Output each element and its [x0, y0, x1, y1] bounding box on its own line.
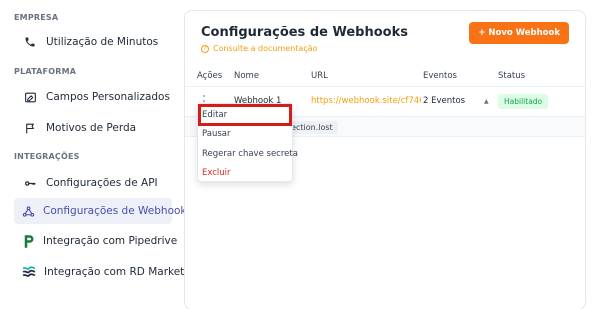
section-title-empresa: EMPRESA — [14, 13, 59, 22]
form-icon — [22, 89, 38, 105]
rd-marketing-icon — [22, 264, 36, 280]
sidebar-item-label: Utilização de Minutos — [46, 36, 159, 48]
webhook-icon — [22, 203, 35, 219]
info-icon: ? — [201, 44, 209, 53]
column-header-nome: Nome — [234, 71, 260, 81]
sidebar-item-label: Integração com Pipedrive — [43, 235, 178, 247]
sidebar-item-configuracoes-api[interactable]: Configurações de API — [14, 170, 172, 196]
sidebar-item-utilizacao-minutos[interactable]: Utilização de Minutos — [14, 29, 172, 55]
column-header-status: Status — [498, 71, 526, 81]
phone-icon — [22, 34, 38, 50]
column-header-eventos: Eventos — [423, 71, 457, 81]
sidebar-item-label: Integração com RD Marketing — [44, 266, 201, 278]
menu-item-pausar[interactable]: Pausar — [202, 129, 230, 139]
new-webhook-button[interactable]: + Novo Webhook — [469, 22, 569, 44]
highlight-box — [198, 104, 292, 126]
sidebar-item-label: Campos Personalizados — [46, 91, 170, 103]
table-header: Ações Nome URL Eventos Status — [185, 69, 585, 87]
section-title-integracoes: INTEGRAÇÕES — [14, 152, 80, 161]
status-badge: Habilitado — [498, 94, 549, 109]
sidebar-item-pipedrive[interactable]: Integração com Pipedrive — [14, 228, 177, 254]
menu-item-regerar-chave[interactable]: Regerar chave secreta — [202, 149, 298, 159]
sidebar-item-label: Motivos de Perda — [46, 122, 137, 134]
flag-icon — [22, 120, 38, 136]
sidebar-item-label: Configurações de Webhooks — [43, 205, 192, 217]
webhook-events: 2 Eventos — [423, 96, 466, 106]
sidebar-item-label: Configurações de API — [46, 177, 158, 189]
documentation-link-label: Consulte a documentação — [213, 44, 318, 53]
pipedrive-icon — [22, 233, 35, 249]
column-header-url: URL — [311, 71, 328, 81]
column-header-acoes: Ações — [197, 71, 223, 81]
menu-item-excluir[interactable]: Excluir — [202, 168, 231, 178]
sidebar-item-rd-marketing[interactable]: Integração com RD Marketing — [14, 259, 201, 285]
section-title-plataforma: PLATAFORMA — [14, 67, 77, 76]
sidebar-item-motivos-perda[interactable]: Motivos de Perda — [14, 115, 172, 141]
documentation-link[interactable]: ? Consulte a documentação — [201, 44, 318, 53]
app-root: EMPRESA Utilização de Minutos PLATAFORMA… — [0, 0, 600, 309]
sidebar-item-campos-personalizados[interactable]: Campos Personalizados — [14, 84, 172, 110]
page-title: Configurações de Webhooks — [201, 25, 408, 40]
webhook-url-link[interactable]: https://webhook.site/cf7460... — [311, 96, 421, 106]
sidebar: EMPRESA Utilização de Minutos PLATAFORMA… — [0, 0, 201, 309]
key-icon — [22, 175, 38, 191]
sidebar-item-configuracoes-webhooks[interactable]: Configurações de Webhooks — [14, 198, 192, 224]
collapse-caret-icon[interactable]: ▲ — [484, 98, 489, 105]
